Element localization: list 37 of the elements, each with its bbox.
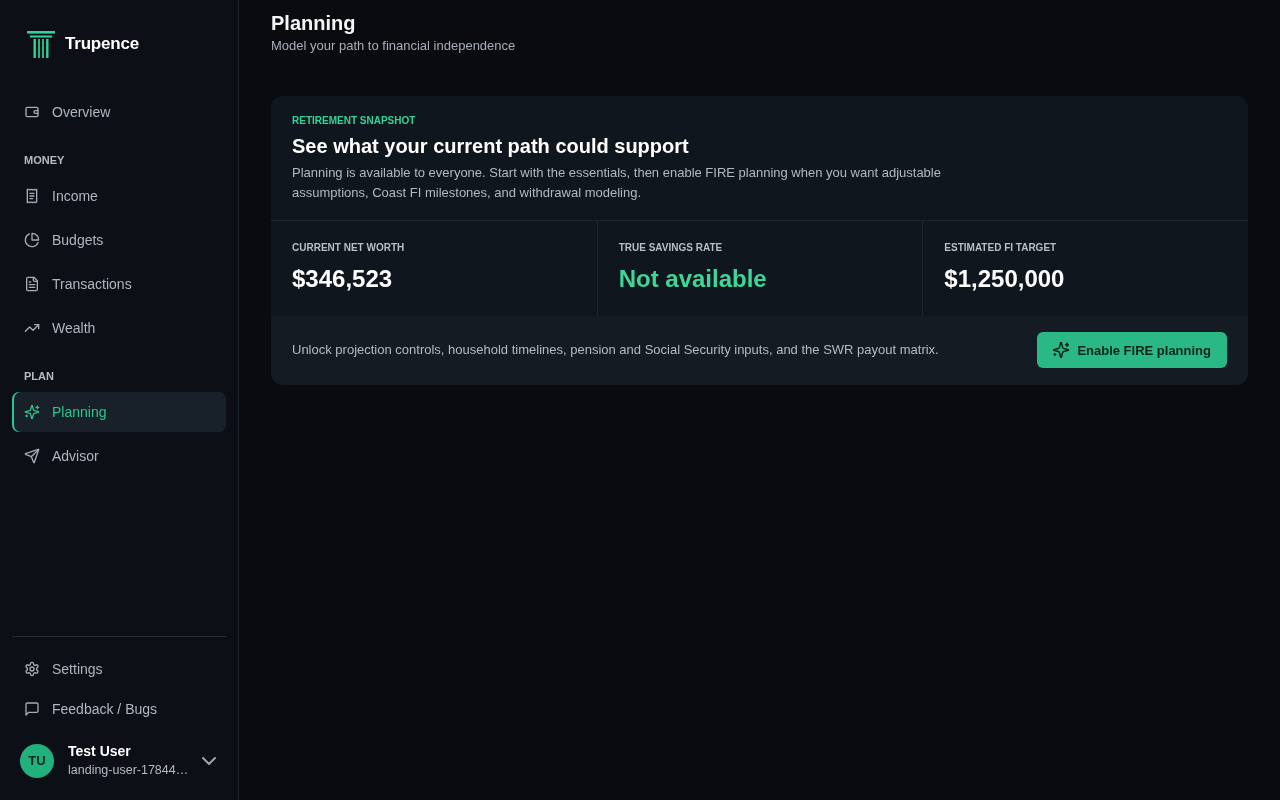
sidebar-item[interactable]: Overview [12,92,226,132]
sidebar-item[interactable]: Advisor [12,436,226,476]
stat-label: TRUE SAVINGS RATE [618,241,724,255]
sidebar-item[interactable]: Settings [12,649,226,689]
page-subtitle: Model your path to financial independence [271,37,517,55]
brand-name: Trupence [65,34,139,54]
document-icon [24,276,40,292]
sidebar-item[interactable]: Income [12,176,226,216]
sidebar-item[interactable]: Budgets [12,220,226,260]
sparkles-icon [1053,342,1070,358]
stat-value: Not available [618,264,768,294]
section-heading: PLAN [24,369,55,384]
page-title: Planning [271,11,357,36]
user-name: Test User [68,743,132,760]
enable-fire-planning-button[interactable]: Enable FIRE planning [1037,332,1227,368]
paper-plane-icon [24,448,40,464]
card-description: Planning is available to everyone. Start with the essentials, then enable FIRE planning when you want adjustable assumptions, Coast FI milestones, and withdrawal modeling. [292,164,942,202]
wallet-icon [24,104,40,120]
sidebar-item[interactable]: Transactions [12,264,226,304]
sidebar-item[interactable]: Planning [12,392,226,432]
pie-chart-icon [24,232,40,248]
upgrade-description: Unlock projection controls, household timelines, pension and Social Security inputs, and the SWR payout matrix. [292,341,939,359]
settings-icon [24,661,40,677]
sparkles-icon [24,404,40,420]
stat-value: $346,523 [292,264,394,294]
sidebar-item[interactable]: Feedback / Bugs [12,689,226,729]
card-title: See what your current path could support [292,134,690,159]
section-heading: MONEY [24,153,66,168]
pillar-logo-icon [27,30,55,58]
stat-value: $1,250,000 [944,264,1066,294]
receipt-icon [24,188,40,204]
message-icon [24,701,40,717]
user-avatar: TU [20,743,54,778]
stat-label: CURRENT NET WORTH [292,241,406,255]
stat-label: ESTIMATED FI TARGET [944,241,1058,255]
sidebar-item[interactable]: Wealth [12,308,226,348]
card-eyebrow: RETIREMENT SNAPSHOT [292,114,417,128]
